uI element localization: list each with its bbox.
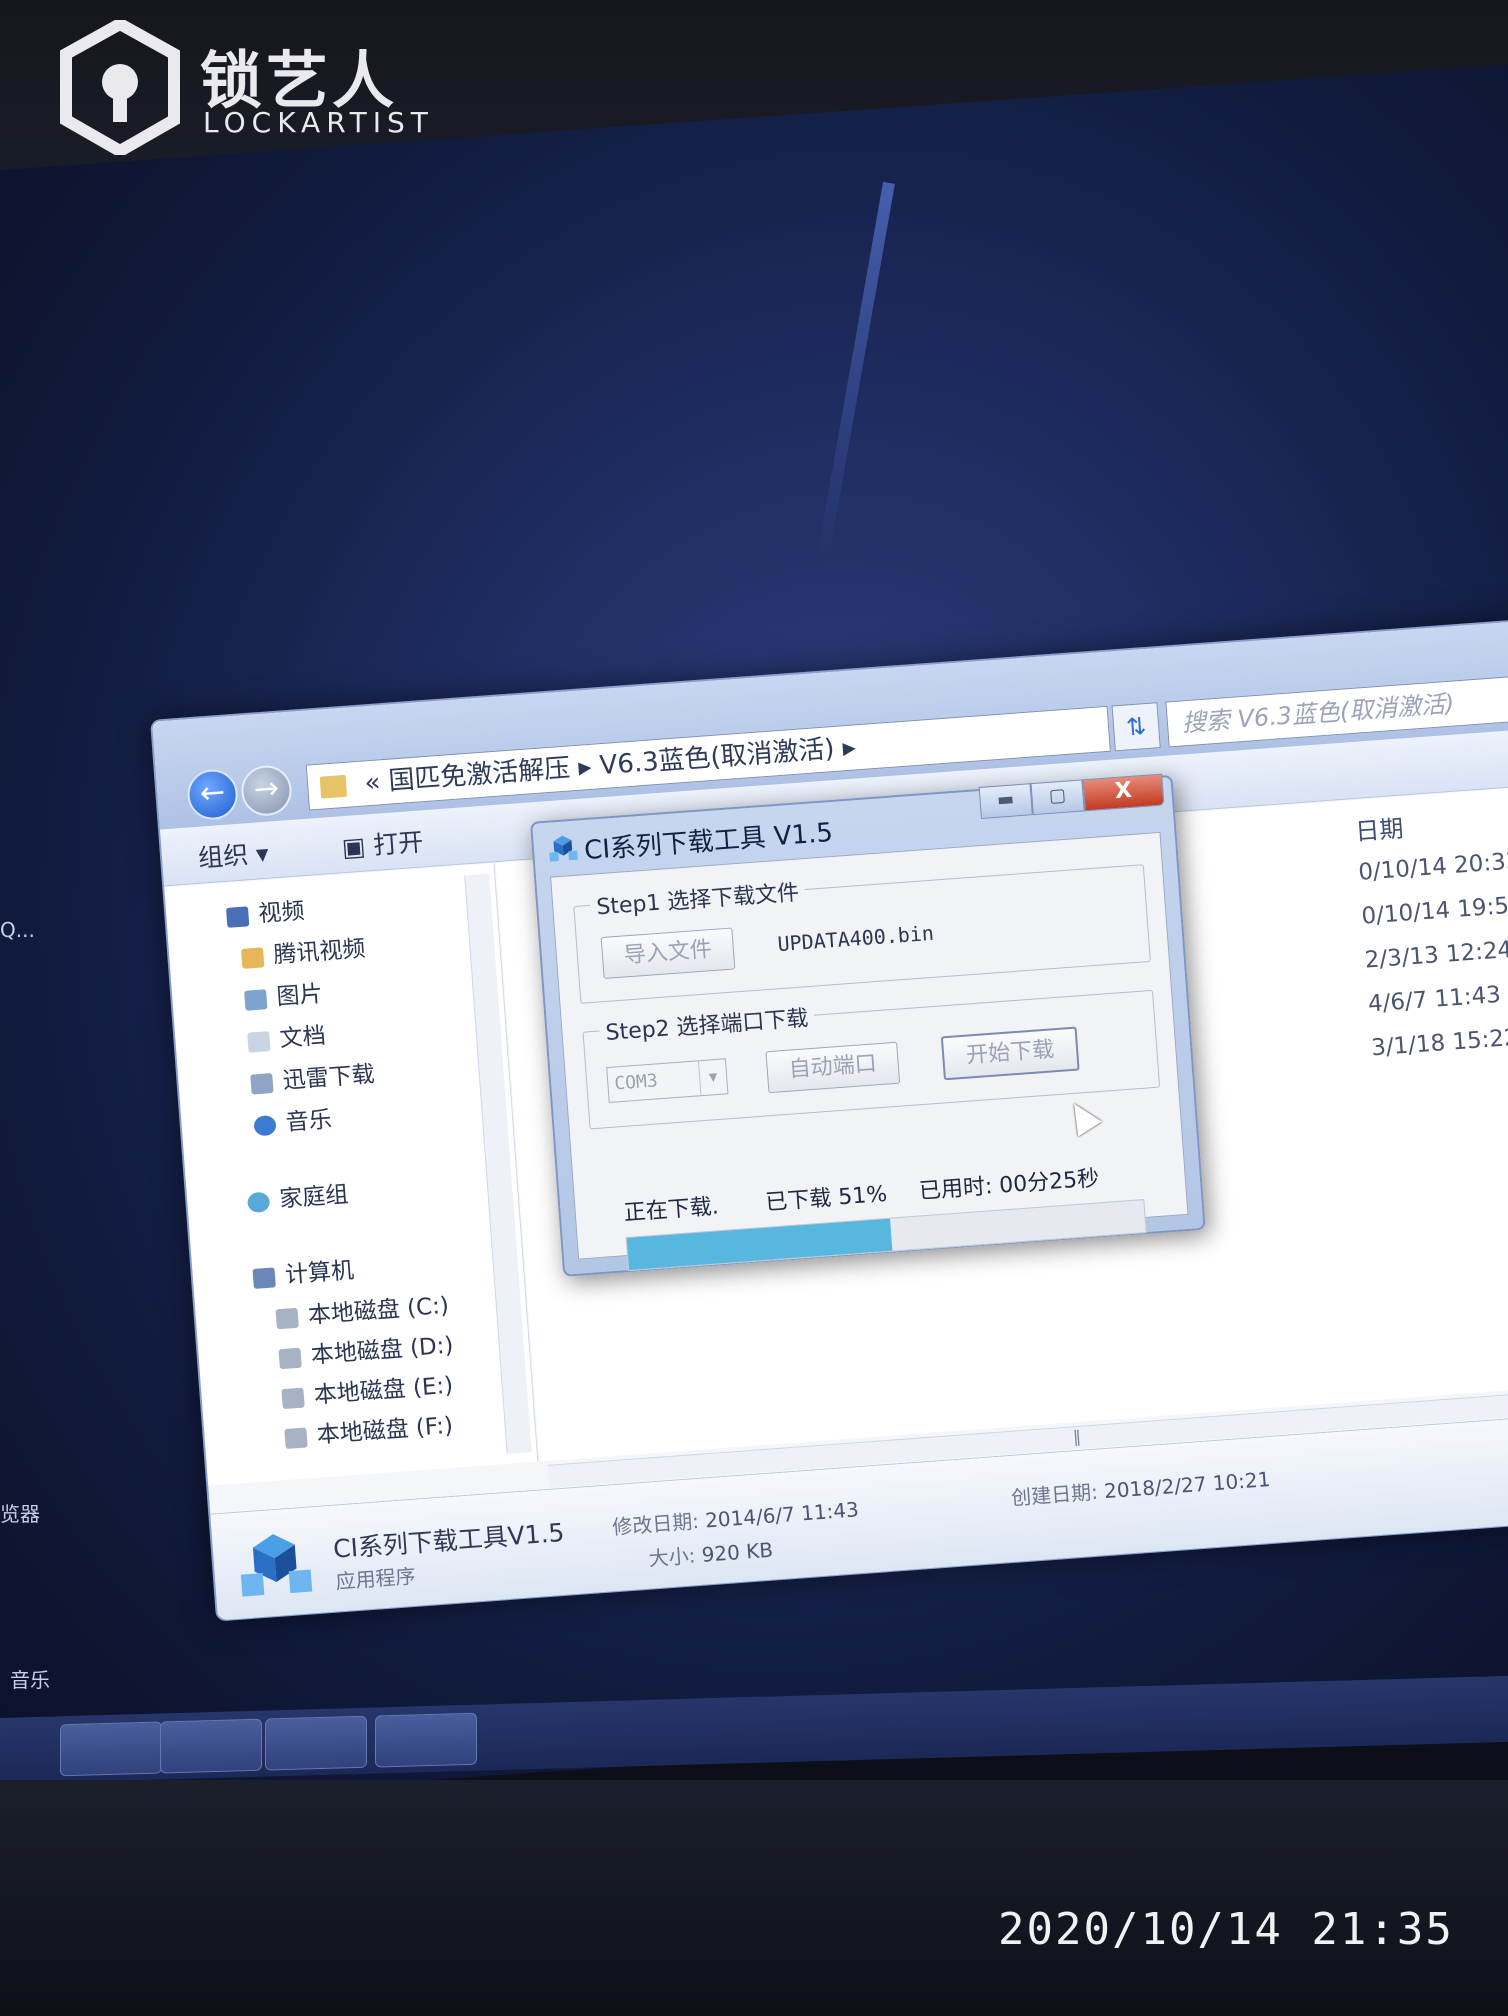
minimize-button[interactable]: ▬ [978,783,1033,819]
taskbar-explorer-button[interactable] [160,1718,262,1774]
selected-file-type: 应用程序 [334,1563,417,1594]
ci-tool-app-icon [240,1534,313,1597]
navigation-pane: 视频 腾讯视频 图片 文档 迅雷下载 音乐 家庭组 计算机 本地磁盘 (C:) … [164,863,539,1486]
folder-icon [319,774,348,799]
import-file-button[interactable]: 导入文件 [600,927,736,980]
picture-icon [244,988,268,1011]
homegroup-icon [246,1191,271,1213]
desktop-icon-label[interactable]: 音乐 [10,1664,50,1693]
download-icon [250,1072,274,1095]
nav-item-video[interactable]: 视频 [225,891,305,931]
music-note-icon [253,1114,277,1136]
nav-item-homegroup[interactable]: 家庭组 [246,1175,349,1216]
taskbar-media-button[interactable] [60,1721,162,1777]
created-date: 创建日期: 2018/2/27 10:21 [1010,1467,1272,1510]
computer-icon [252,1266,276,1289]
maximize-button[interactable]: ▢ [1030,779,1085,816]
watermark-subtitle: LOCKARTIST [203,106,434,139]
elapsed-time: 已用时: 00分25秒 [918,1166,1100,1205]
download-percent: 已下载 51% [764,1181,889,1216]
desktop-icon-label[interactable]: 览器 [0,1498,40,1527]
selected-file-name: CI系列下载工具V1.5 [332,1517,566,1564]
monitor-bezel-bottom [0,1780,1508,2016]
nav-item-drive-d[interactable]: 本地磁盘 (D:) [278,1326,455,1373]
nav-item-drive-e[interactable]: 本地磁盘 (E:) [281,1366,455,1412]
step1-label: Step1 选择下载文件 [589,874,806,922]
auto-port-button[interactable]: 自动端口 [765,1041,901,1094]
open-icon: ▣ [340,831,375,863]
breadcrumb-prefix: « [363,767,382,799]
drive-icon [281,1387,305,1409]
mouse-cursor-icon [1062,1096,1102,1137]
breadcrumb-separator-icon: ▸ [577,751,601,783]
file-date: 4/6/7 11:43 [1367,981,1502,1018]
organize-menu[interactable]: 组织 ▾ [197,834,270,875]
nav-item-tencent-video[interactable]: 腾讯视频 [240,929,366,972]
open-button[interactable]: ▣ 打开 [340,822,424,864]
back-arrow-icon[interactable]: ← [185,767,240,822]
breadcrumb-separator-icon: ▸ [841,732,857,764]
document-icon [247,1030,271,1053]
nav-item-drive-c[interactable]: 本地磁盘 (C:) [275,1286,450,1333]
column-header-date[interactable]: 日期 [1354,809,1404,847]
refresh-icon[interactable]: ⇅ [1111,702,1161,752]
nav-item-drive-f[interactable]: 本地磁盘 (F:) [283,1406,454,1452]
file-size: 大小: 920 KB [647,1537,774,1571]
taskbar-folder-button[interactable] [265,1715,367,1771]
nav-item-documents[interactable]: 文档 [246,1016,327,1056]
selected-file-path: UPDATA400.bin [776,920,935,957]
nav-item-computer[interactable]: 计算机 [252,1251,355,1292]
start-download-button[interactable]: 开始下载 [940,1026,1080,1081]
taskbar-ci-tool-button[interactable] [375,1712,477,1768]
step1-group: Step1 选择下载文件 导入文件 UPDATA400.bin [573,864,1151,1004]
com-port-select[interactable]: COM3 ▼ [606,1058,729,1103]
forward-arrow-icon[interactable]: → [239,763,294,818]
desktop-icon-label[interactable]: Q... [0,918,35,942]
folder-icon [240,946,265,969]
photo-timestamp: 2020/10/14 21:35 [998,1904,1454,1955]
open-label: 打开 [372,827,425,860]
com-port-value: COM3 [613,1070,659,1095]
lockartist-logo-icon [60,20,180,155]
step2-label: Step2 选择端口下载 [598,999,816,1048]
ci-tool-title-icon [549,835,578,862]
drive-icon [278,1347,302,1369]
file-date: 2/3/13 12:24 [1363,936,1508,974]
ci-download-tool-dialog: CI系列下载工具 V1.5 ▬ ▢ X Step1 选择下载文件 导入文件 UP… [530,773,1206,1277]
video-icon [225,905,250,928]
nav-item-pictures[interactable]: 图片 [243,974,323,1014]
file-date: 3/1/18 15:22 [1370,1024,1508,1062]
modified-date: 修改日期: 2014/6/7 11:43 [611,1497,860,1540]
dialog-body: Step1 选择下载文件 导入文件 UPDATA400.bin Step2 选择… [550,831,1189,1272]
drive-icon [284,1426,308,1449]
file-date: 0/10/14 19:56 [1360,891,1508,930]
breadcrumb-item[interactable]: 国匹免激活解压 [388,753,572,796]
nav-item-thunder-downloads[interactable]: 迅雷下载 [249,1055,376,1098]
download-state: 正在下载. [623,1194,720,1227]
breadcrumb-item[interactable]: V6.3蓝色(取消激活) [599,734,836,781]
close-button[interactable]: X [1082,773,1165,812]
nav-item-music[interactable]: 音乐 [253,1100,333,1140]
chevron-down-icon: ▼ [697,1059,728,1096]
file-date: 0/10/14 20:33 [1357,848,1508,886]
drive-icon [275,1307,299,1329]
